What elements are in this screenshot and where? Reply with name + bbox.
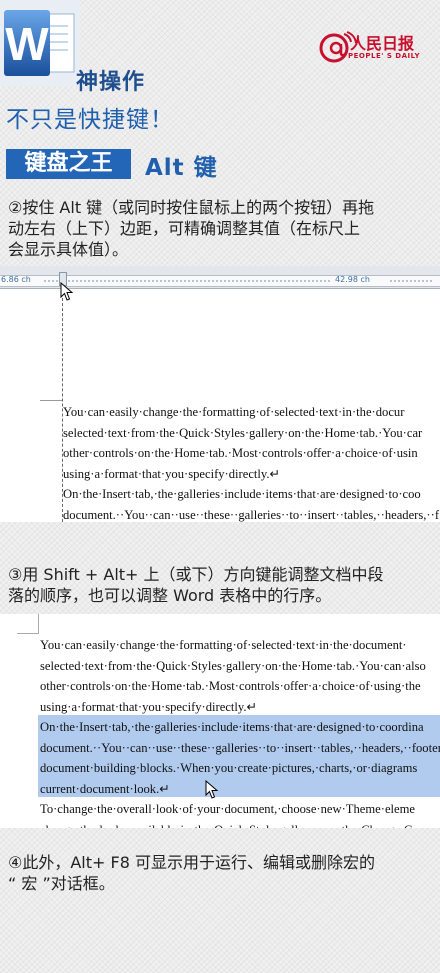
mouse-pointer-icon [205, 780, 219, 799]
ruler-measure-line [44, 280, 434, 282]
instruction-line: ④此外，Alt+ F8 可显示用于运行、编辑或删除宏的 [8, 853, 375, 872]
document-line: To·change·the·overall·look·of·your·docum… [40, 802, 416, 816]
instruction-line: ③用 Shift + Alt+ 上（或下）方向键能调整文档中段 [8, 565, 384, 584]
section-label: 键盘之王 [6, 149, 131, 179]
document-line: using·a·format·that·you·specify·directly… [63, 466, 281, 481]
brand-subtitle: PEOPLE' S DAILY [348, 52, 421, 60]
instruction-line: 会显示具体值）。 [8, 240, 129, 259]
document-line: On·the·Insert·tab,·the·galleries·include… [63, 487, 421, 501]
word-screenshot-ruler: 6.86 ch 42.98 ch You·can·easily·change·t… [0, 266, 440, 522]
document-line: using·a·format·that·you·specify·directly… [40, 699, 258, 714]
selected-document-line[interactable]: current·document·look.↵ [40, 779, 440, 800]
document-line: change·the·looks·available·in·the·Quick·… [40, 820, 440, 829]
instruction-step2: ②按住 Alt 键（或同时按住鼠标上的两个按钮）再拖 动左右（上下）边距，可精确… [8, 197, 434, 260]
instruction-line: 动左右（上下）边距，可精确调整其值（在标尺上 [8, 219, 361, 238]
instruction-line: 落的顺序，也可以调整 Word 表格中的行序。 [8, 586, 332, 605]
document-line: other·controls·on·the·Home·tab.·Most·con… [63, 446, 418, 460]
document-body[interactable]: You·can·easily·change·the·formatting·of·… [63, 402, 439, 522]
selected-document-line[interactable]: document.··You··can··use··these··galleri… [40, 738, 440, 759]
document-line: other·controls·on·the·Home·tab.·Most·con… [40, 679, 421, 693]
document-line: You·can·easily·change·the·formatting·of·… [63, 405, 405, 419]
instruction-step4: ④此外，Alt+ F8 可显示用于运行、编辑或删除宏的 “ 宏 ”对话框。 [8, 852, 434, 894]
document-body[interactable]: You·can·easily·change·the·formatting·of·… [40, 635, 440, 828]
brand-name: 人民日报 [350, 34, 415, 53]
mouse-pointer-icon [60, 282, 74, 301]
document-line: selected·text·from·the·Quick·Styles·gall… [63, 425, 423, 440]
svg-text:W: W [5, 18, 49, 70]
document-line: document.··You··can··use··these··galleri… [63, 507, 440, 522]
document-line: selected·text·from·the·Quick·Styles·gall… [40, 658, 426, 673]
header-title-line1: 神操作 [76, 70, 146, 95]
ruler-left-value: 6.86 ch [1, 275, 31, 284]
selected-document-line[interactable]: On·the·Insert·tab,·the·galleries·include… [40, 717, 440, 738]
instruction-line: “ 宏 ”对话框。 [8, 874, 115, 893]
header-title-line2: 不只是快捷键！ [6, 107, 174, 133]
page-margin-corner [17, 614, 39, 634]
selected-document-line[interactable]: document·building·blocks.·When·you·creat… [40, 758, 440, 779]
document-line: You·can·easily·change·the·formatting·of·… [40, 638, 407, 652]
page-margin-corner [40, 400, 62, 401]
word-screenshot-paragraphs: You·can·easily·change·the·formatting·of·… [0, 614, 440, 828]
instruction-step3: ③用 Shift + Alt+ 上（或下）方向键能调整文档中段 落的顺序，也可以… [8, 564, 434, 606]
section-key-title: Alt 键 [145, 155, 218, 181]
instruction-line: ②按住 Alt 键（或同时按住鼠标上的两个按钮）再拖 [8, 198, 375, 217]
word-logo-icon: W [0, 0, 80, 86]
